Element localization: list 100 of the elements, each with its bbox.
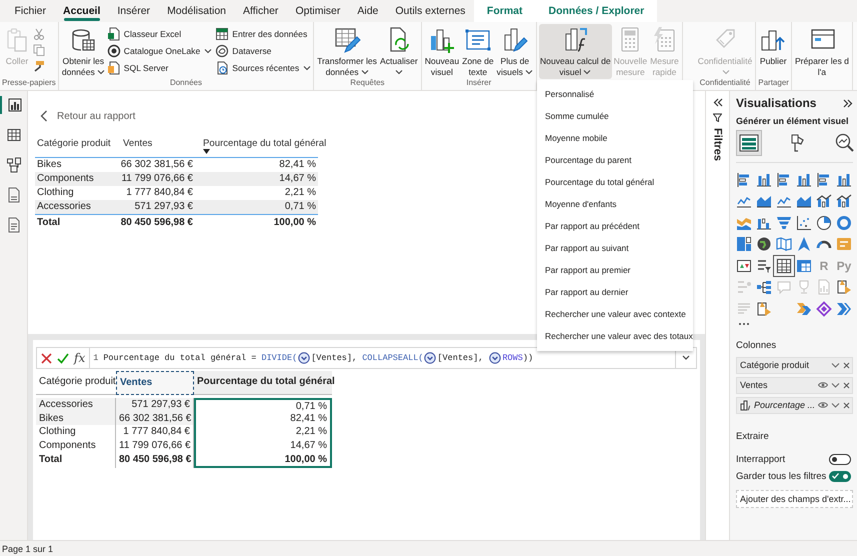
commit-check-icon[interactable]: [57, 352, 69, 364]
table-visual-icon[interactable]: [736, 130, 762, 156]
column-chart-icon[interactable]: [796, 172, 812, 188]
ribbon-button[interactable]: Actualiser: [378, 24, 419, 78]
diamond-icon[interactable]: [816, 300, 832, 317]
column-chart-icon[interactable]: [756, 172, 772, 188]
ribbon-button[interactable]: Nouveau visuel: [424, 24, 460, 78]
menu-item[interactable]: Rechercher une valeur avec contexte: [545, 309, 686, 319]
formula-bar[interactable]: fx 1 Pourcentage du total général = DIVIDE( [Ventes], COLLAPSEALL( [Ventes], ROWS)): [36, 347, 697, 369]
pie-chart-icon[interactable]: [816, 214, 832, 231]
scissors-icon[interactable]: [33, 28, 45, 40]
toggle-switch[interactable]: [829, 454, 851, 464]
pane-title[interactable]: Filtres: [712, 128, 724, 162]
menu-item[interactable]: Somme cumulée: [545, 111, 609, 121]
close-icon[interactable]: [843, 382, 850, 388]
menu-tab[interactable]: Format: [474, 0, 536, 22]
cancel-icon[interactable]: [41, 352, 52, 364]
bar-chart-icon[interactable]: [736, 172, 752, 188]
column-header[interactable]: Catégorie produit: [37, 138, 111, 149]
menu-item[interactable]: Par rapport au précédent: [545, 221, 640, 231]
column-header[interactable]: Ventes: [116, 371, 194, 395]
slicer-icon[interactable]: [756, 258, 772, 274]
eye-icon[interactable]: [818, 401, 828, 409]
script-document-icon[interactable]: [6, 217, 22, 233]
chevron-down-icon[interactable]: [831, 382, 840, 388]
menu-tab[interactable]: Optimiser: [286, 0, 349, 22]
globe-icon[interactable]: [756, 236, 772, 252]
area-chart-icon[interactable]: [796, 193, 812, 210]
ribbon-button[interactable]: Entrer des données: [215, 25, 312, 42]
navigation-arrow-icon[interactable]: [796, 236, 812, 252]
collapse-chevrons-icon[interactable]: [712, 98, 722, 107]
model-view-icon[interactable]: [6, 157, 22, 173]
drop-zone[interactable]: Ajouter des champs d'extr...: [736, 490, 853, 508]
flow-icon[interactable]: [796, 300, 812, 317]
column-chart-icon[interactable]: [836, 172, 852, 188]
ribbon-button[interactable]: Plus de visuels: [496, 24, 534, 78]
toggle-switch[interactable]: [829, 470, 851, 482]
ribbon-button[interactable]: Préparer les d l'a: [794, 24, 850, 78]
menu-tab[interactable]: Afficher: [234, 0, 287, 22]
funnel-chart-icon[interactable]: [776, 214, 792, 231]
ribbon-button[interactable]: Sources récentes: [215, 59, 312, 76]
column-header[interactable]: Pourcentage du total général: [194, 371, 332, 395]
ribbon-button[interactable]: Catalogue OneLake: [106, 42, 212, 59]
menu-tab[interactable]: Aide: [348, 0, 387, 22]
menu-item[interactable]: Par rapport au premier: [545, 265, 631, 275]
donut-chart-icon[interactable]: [836, 214, 852, 231]
menu-item[interactable]: Rechercher une valeur avec des totaux: [545, 331, 693, 341]
ribbon-button[interactable]: Dataverse: [215, 42, 312, 59]
ribbon-button[interactable]: Zone de texte: [461, 24, 495, 78]
report-view-icon[interactable]: [6, 97, 22, 113]
field-well[interactable]: Catégorie produit: [736, 356, 853, 374]
menu-tab[interactable]: Insérer: [108, 0, 159, 22]
scatter-chart-icon[interactable]: [796, 214, 812, 231]
menu-tab[interactable]: Accueil: [54, 0, 109, 22]
expand-chevron-icon[interactable]: [682, 355, 690, 361]
combo-chart-icon[interactable]: [816, 193, 832, 210]
menu-item[interactable]: Pourcentage du total général: [545, 177, 654, 187]
ribbon-button[interactable]: Publier: [758, 24, 788, 68]
menu-tab[interactable]: Données / Explorer: [536, 0, 658, 22]
bar-chart-icon[interactable]: [776, 172, 792, 188]
more-icon[interactable]: [738, 322, 750, 326]
column-header[interactable]: Pourcentage du total général: [203, 138, 326, 149]
menu-item[interactable]: Par rapport au suivant: [545, 243, 629, 253]
chevron-down-icon[interactable]: [831, 362, 840, 368]
close-icon[interactable]: [843, 402, 850, 408]
menu-item[interactable]: Par rapport au dernier: [545, 287, 628, 297]
eye-icon[interactable]: [818, 381, 828, 389]
field-well[interactable]: Ventes: [736, 376, 853, 394]
kpi-icon[interactable]: [736, 258, 752, 274]
column-header[interactable]: Ventes: [123, 138, 152, 149]
ribbon-button[interactable]: SQL Server: [106, 59, 212, 76]
menu-tab[interactable]: Fichier: [6, 0, 55, 22]
ribbon-button[interactable]: Classeur Excel: [106, 25, 212, 42]
ribbon-button[interactable]: Transformer les données: [316, 24, 378, 78]
combo-chart-icon[interactable]: [836, 193, 852, 210]
back-link[interactable]: Retour au rapport: [57, 110, 136, 122]
menu-item[interactable]: Moyenne mobile: [545, 133, 608, 143]
tree-chart-icon[interactable]: [756, 279, 772, 296]
table-view-icon[interactable]: [6, 127, 22, 143]
paintbrush-icon[interactable]: [33, 60, 45, 72]
close-icon[interactable]: [843, 362, 850, 368]
menu-tab[interactable]: Modélisation: [158, 0, 235, 22]
ribbon-button[interactable]: Nouveau calcul de visuel: [538, 24, 612, 78]
query-document-icon[interactable]: [6, 187, 22, 203]
back-chevron-icon[interactable]: [40, 110, 48, 122]
app-icon[interactable]: [836, 279, 852, 296]
matrix-icon[interactable]: [796, 258, 812, 274]
menu-item[interactable]: Moyenne d'enfants: [545, 199, 617, 209]
menu-item[interactable]: Pourcentage du parent: [545, 155, 632, 165]
bar-chart-icon[interactable]: [816, 172, 832, 188]
menu-tab[interactable]: Outils externes: [386, 0, 474, 22]
ribbon-button[interactable]: Obtenir les données: [60, 24, 106, 78]
chevron-down-icon[interactable]: [831, 402, 840, 408]
chevron-icon[interactable]: [836, 300, 852, 317]
field-well[interactable]: Pourcentage ...: [736, 396, 853, 414]
map-icon[interactable]: [776, 236, 792, 252]
fx-label[interactable]: fx: [74, 351, 86, 365]
sort-descending-icon[interactable]: [203, 149, 210, 154]
expand-chevrons-icon[interactable]: [843, 98, 853, 108]
table-icon[interactable]: [776, 258, 792, 274]
